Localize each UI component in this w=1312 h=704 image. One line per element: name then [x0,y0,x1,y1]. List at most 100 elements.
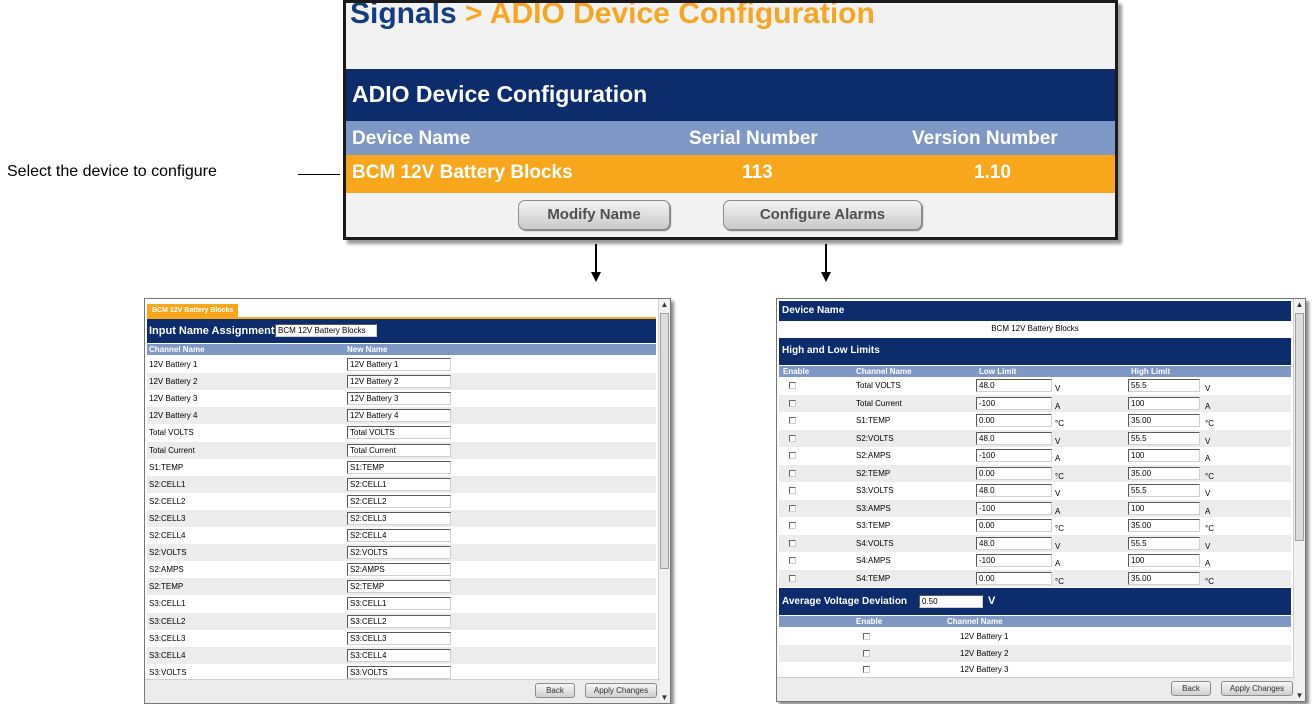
high-limit-input[interactable]: 55.5 [1128,379,1200,392]
device-name-header: Device Name [779,301,1291,321]
new-name-input[interactable]: Total Current [347,443,451,457]
channel-name: S2:AMPS [856,451,891,460]
new-name-input[interactable]: S3:CELL4 [347,648,451,662]
col-version-number: Version Number [912,128,1058,149]
low-limit-input[interactable]: 0.00 [976,414,1052,427]
table-row: S2:CELL2 S2:CELL2 [147,493,656,510]
configure-alarms-button[interactable]: Configure Alarms [723,200,922,230]
low-limit-input[interactable]: 48.0 [976,379,1052,392]
enable-checkbox-icon[interactable] [789,452,796,459]
apply-changes-button[interactable]: Apply Changes [1221,681,1293,696]
enable-checkbox-icon[interactable] [789,504,796,512]
avg-row: 12V Battery 1 [779,628,1291,645]
new-name-input[interactable]: S2:CELL2 [347,494,451,508]
scrollbar[interactable]: ▲ ▼ [1293,299,1305,701]
enable-checkbox-icon[interactable] [863,633,870,640]
channel-name: S2:CELL1 [149,479,186,489]
new-name-input[interactable]: S3:CELL1 [347,597,451,611]
new-name-input[interactable]: S2:TEMP [347,580,451,594]
enable-checkbox-icon[interactable] [789,399,796,407]
high-limit-input[interactable]: 100 [1128,501,1200,515]
low-limit-input[interactable]: 0.00 [976,571,1052,585]
table-row: S3:CELL3 S3:CELL3 [147,630,656,647]
new-name-input[interactable]: S2:CELL3 [347,511,451,525]
avg-deviation-label: Average Voltage Deviation [782,596,908,607]
new-name-input[interactable]: S2:AMPS [347,563,451,577]
new-name-input[interactable]: Total VOLTS [347,426,451,440]
back-button[interactable]: Back [1171,681,1211,696]
new-name-input[interactable]: S3:CELL3 [347,631,451,645]
enable-checkbox-icon[interactable] [789,434,796,442]
low-limit-input[interactable]: 0.00 [976,466,1052,480]
device-row-selected[interactable]: BCM 12V Battery Blocks 113 1.10 [346,155,1115,193]
channel-name: 12V Battery 2 [960,648,1009,658]
channel-name: S2:TEMP [149,582,184,592]
high-limit-input[interactable]: 55.5 [1128,431,1200,445]
low-limit-input[interactable]: 0.00 [976,519,1052,532]
channel-name: S2:CELL4 [149,531,186,540]
new-name-input[interactable]: 12V Battery 3 [347,392,451,406]
enable-checkbox-icon[interactable] [789,469,796,477]
low-limit-input[interactable]: 48.0 [976,536,1052,550]
modify-name-button[interactable]: Modify Name [518,200,670,230]
high-limit-input[interactable]: 35.00 [1128,466,1200,480]
channel-name: S3:CELL4 [149,650,186,660]
scroll-up-icon[interactable]: ▲ [659,299,670,310]
enable-checkbox-icon[interactable] [789,539,796,547]
scroll-thumb[interactable] [1295,313,1304,541]
apply-changes-button[interactable]: Apply Changes [585,683,657,698]
scroll-up-icon[interactable]: ▲ [1294,299,1305,310]
enable-checkbox-icon[interactable] [789,522,796,529]
scroll-down-icon[interactable]: ▼ [659,692,670,703]
high-limit-input[interactable]: 55.5 [1128,536,1200,550]
high-limit-input[interactable]: 100 [1128,554,1200,567]
high-limit-input[interactable]: 55.5 [1128,484,1200,497]
low-limit-input[interactable]: -100 [976,501,1052,515]
channel-name: S3:AMPS [856,503,891,513]
new-name-input[interactable]: 12V Battery 2 [347,375,451,389]
high-limit-input[interactable]: 35.00 [1128,571,1200,585]
scroll-thumb[interactable] [660,313,669,569]
enable-checkbox-icon[interactable] [789,574,796,582]
new-name-input[interactable]: S2:CELL4 [347,529,451,542]
breadcrumb-separator: > [456,0,490,30]
enable-checkbox-icon[interactable] [789,557,796,564]
scrollbar[interactable]: ▲ ▼ [658,299,670,703]
high-limit-input[interactable]: 100 [1128,449,1200,462]
new-name-input[interactable]: 12V Battery 1 [347,358,451,371]
channel-name: S2:CELL2 [149,496,186,506]
device-name-input[interactable]: BCM 12V Battery Blocks [275,324,377,337]
channel-name: S3:CELL2 [149,616,186,626]
enable-checkbox-icon[interactable] [789,382,796,389]
channel-name: S3:CELL1 [149,599,186,609]
enable-checkbox-icon[interactable] [789,417,796,424]
high-limit-input[interactable]: 100 [1128,396,1200,410]
new-name-input[interactable]: S2:VOLTS [347,546,451,560]
back-button[interactable]: Back [535,683,575,698]
high-limit-input[interactable]: 35.00 [1128,414,1200,427]
enable-checkbox-icon[interactable] [863,649,870,657]
low-limit-input[interactable]: -100 [976,554,1052,567]
breadcrumb-root[interactable]: Signals [350,3,457,30]
alarm-config-window: Device Name BCM 12V Battery Blocks High … [776,298,1306,702]
low-limit-input[interactable]: 48.0 [976,431,1052,445]
new-name-input[interactable]: S1:TEMP [347,460,451,474]
new-name-input[interactable]: S3:CELL2 [347,614,451,628]
high-limit-input[interactable]: 35.00 [1128,519,1200,532]
down-arrow-icon [821,244,831,282]
avg-deviation-input[interactable]: 0.50 [919,595,983,608]
name-assignment-window: BCM 12V Battery Blocks Input Name Assign… [144,298,671,704]
low-limit-input[interactable]: -100 [976,449,1052,462]
channel-name: Total Current [149,445,195,455]
new-name-input[interactable]: 12V Battery 4 [347,409,451,423]
low-limit-input[interactable]: 48.0 [976,484,1052,497]
enable-checkbox-icon[interactable] [863,666,870,673]
limit-row: S4:TEMP 0.00 °C 35.00 °C [779,569,1291,587]
new-name-input[interactable]: S2:CELL1 [347,477,451,491]
device-tab[interactable]: BCM 12V Battery Blocks [147,304,239,317]
scroll-down-icon[interactable]: ▼ [1294,690,1305,701]
enable-checkbox-icon[interactable] [789,487,796,494]
low-limit-input[interactable]: -100 [976,396,1052,410]
new-name-input[interactable]: S3:VOLTS [347,665,451,679]
limit-row: S2:TEMP 0.00 °C 35.00 °C [779,464,1291,482]
